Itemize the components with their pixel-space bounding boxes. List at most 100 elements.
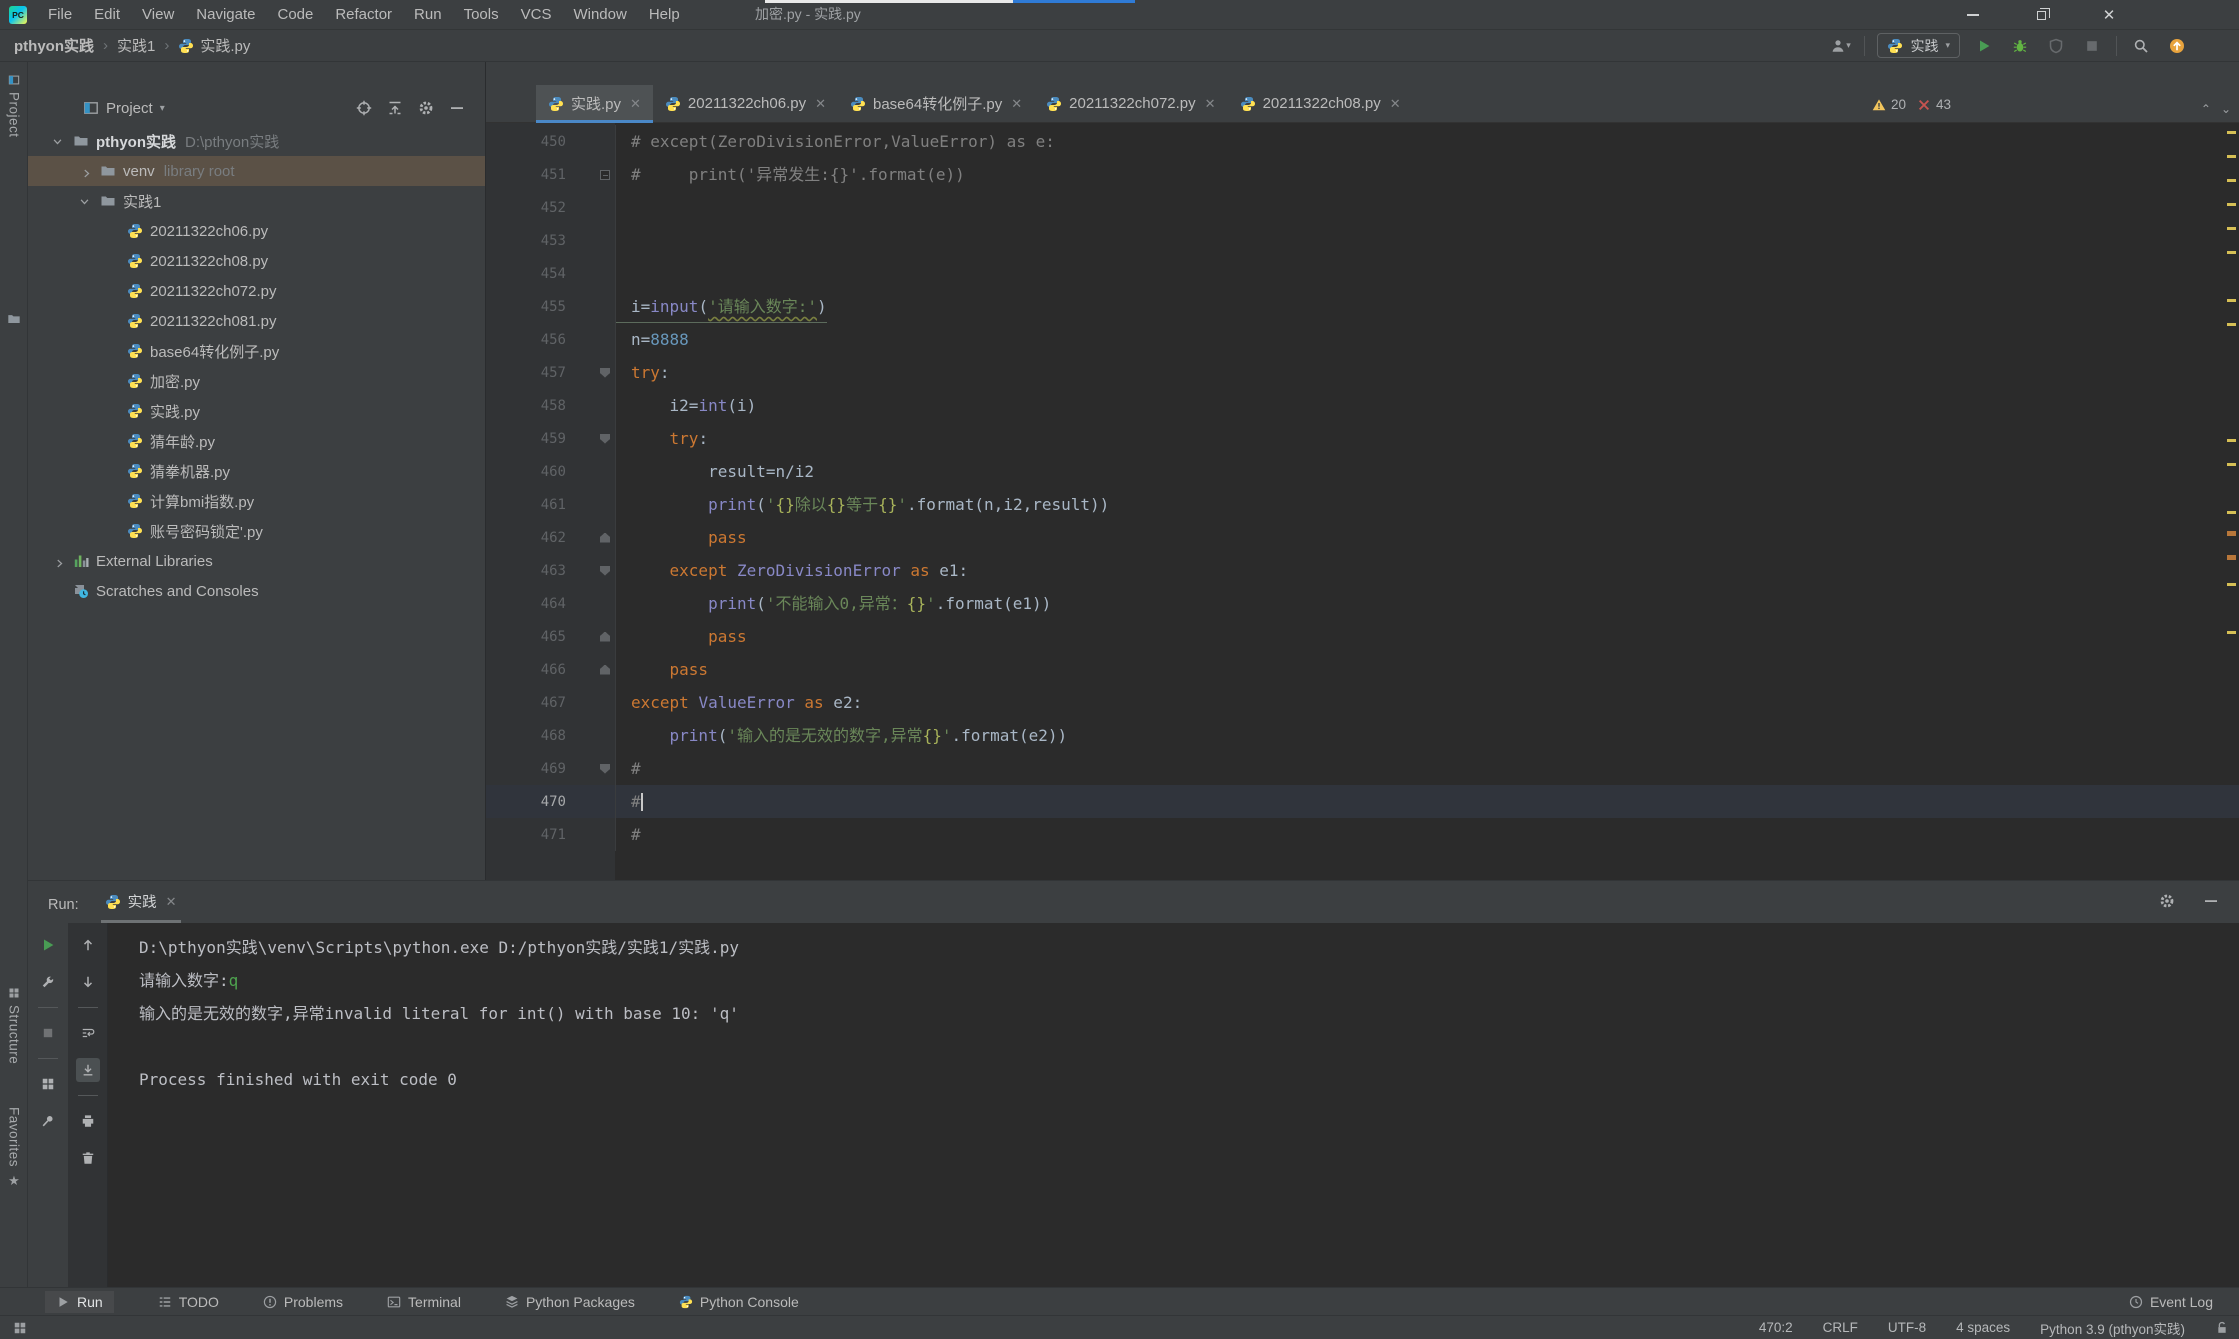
code-line[interactable]: 453 bbox=[486, 224, 2239, 257]
code-line[interactable]: 452 bbox=[486, 191, 2239, 224]
warning-stripe-mark[interactable] bbox=[2227, 299, 2236, 302]
menu-view[interactable]: View bbox=[131, 0, 185, 29]
warning-stripe-mark[interactable] bbox=[2227, 463, 2236, 466]
tree-item[interactable]: Scratches and Consoles bbox=[28, 576, 485, 606]
menu-vcs[interactable]: VCS bbox=[510, 0, 563, 29]
warning-stripe-mark[interactable] bbox=[2227, 203, 2236, 206]
tool-button-todo[interactable]: TODO bbox=[158, 1294, 219, 1310]
update-available-icon[interactable] bbox=[2165, 34, 2189, 58]
tree-item[interactable]: 20211322ch072.py bbox=[28, 276, 485, 306]
tree-item[interactable]: base64转化例子.py bbox=[28, 336, 485, 366]
tool-window-switcher-icon[interactable] bbox=[8, 1316, 32, 1339]
tool-button-terminal[interactable]: Terminal bbox=[387, 1294, 461, 1310]
code-line[interactable]: 465 pass bbox=[486, 620, 2239, 653]
clear-console-button[interactable] bbox=[76, 1146, 100, 1170]
code-line[interactable]: 463 except ZeroDivisionError as e1: bbox=[486, 554, 2239, 587]
run-button[interactable] bbox=[1972, 34, 1996, 58]
print-button[interactable] bbox=[76, 1109, 100, 1133]
tool-button-python-console[interactable]: Python Console bbox=[679, 1294, 799, 1310]
menu-help[interactable]: Help bbox=[638, 0, 691, 29]
stop-button[interactable] bbox=[2080, 34, 2104, 58]
fold-marker-icon[interactable] bbox=[600, 763, 610, 774]
code-line[interactable]: 468 print('输入的是无效的数字,异常{}'.format(e2)) bbox=[486, 719, 2239, 752]
stop-process-button[interactable] bbox=[36, 1021, 60, 1045]
tree-item[interactable]: 计算bmi指数.py bbox=[28, 486, 485, 516]
code-line[interactable]: 458 i2=int(i) bbox=[486, 389, 2239, 422]
fold-marker-icon[interactable] bbox=[600, 565, 610, 576]
menu-run[interactable]: Run bbox=[403, 0, 453, 29]
scroll-to-end-button[interactable] bbox=[75, 1058, 100, 1082]
tool-button-structure[interactable]: Structure bbox=[0, 987, 28, 1064]
code-line[interactable]: 451 # print('异常发生:{}'.format(e)) bbox=[486, 158, 2239, 191]
restore-layout-button[interactable] bbox=[36, 1072, 60, 1096]
tree-item[interactable]: 猜拳机器.py bbox=[28, 456, 485, 486]
inspections-widget[interactable]: 20 43 bbox=[1872, 97, 1951, 112]
tool-button-run[interactable]: Run bbox=[45, 1290, 114, 1313]
menu-file[interactable]: File bbox=[37, 0, 83, 29]
tree-item[interactable]: pthyon实践 D:\pthyon实践 bbox=[28, 126, 485, 156]
tree-item[interactable]: 20211322ch08.py bbox=[28, 246, 485, 276]
tree-item[interactable]: 实践.py bbox=[28, 396, 485, 426]
coverage-button[interactable] bbox=[2044, 34, 2068, 58]
code-with-me-icon[interactable] bbox=[2201, 34, 2225, 58]
menu-window[interactable]: Window bbox=[562, 0, 637, 29]
menu-edit[interactable]: Edit bbox=[83, 0, 131, 29]
close-icon[interactable]: ✕ bbox=[1390, 96, 1401, 112]
editor-tab[interactable]: 实践.py ✕ bbox=[536, 85, 653, 123]
code-line[interactable]: 460 result=n/i2 bbox=[486, 455, 2239, 488]
search-everywhere-icon[interactable] bbox=[2129, 34, 2153, 58]
editor-tab[interactable]: base64转化例子.py ✕ bbox=[838, 85, 1034, 122]
code-line[interactable]: 454 bbox=[486, 257, 2239, 290]
close-icon[interactable]: ✕ bbox=[815, 96, 826, 112]
restore-button[interactable] bbox=[2030, 4, 2052, 26]
menu-tools[interactable]: Tools bbox=[453, 0, 510, 29]
warning-stripe-mark[interactable] bbox=[2227, 439, 2236, 442]
code-line[interactable]: 469 # bbox=[486, 752, 2239, 785]
close-button[interactable]: ✕ bbox=[2098, 4, 2120, 26]
warning-stripe-mark[interactable] bbox=[2227, 631, 2236, 634]
run-console[interactable]: D:\pthyon实践\venv\Scripts\python.exe D:/p… bbox=[108, 923, 2239, 1287]
warning-stripe-mark[interactable] bbox=[2227, 227, 2236, 230]
warning-stripe-mark[interactable] bbox=[2227, 583, 2236, 586]
error-stripe-mark[interactable] bbox=[2227, 531, 2236, 536]
warning-stripe-mark[interactable] bbox=[2227, 323, 2236, 326]
tree-item[interactable]: External Libraries bbox=[28, 546, 485, 576]
code-line[interactable]: 471 # bbox=[486, 818, 2239, 851]
error-stripe-mark[interactable] bbox=[2227, 555, 2236, 560]
run-config-selector[interactable]: 实践 ▾ bbox=[1877, 33, 1960, 58]
soft-wrap-button[interactable] bbox=[76, 1021, 100, 1045]
warning-stripe-mark[interactable] bbox=[2227, 251, 2236, 254]
tool-button-project[interactable]: Project bbox=[0, 74, 28, 138]
warning-stripe-mark[interactable] bbox=[2227, 179, 2236, 182]
code-line[interactable]: 455 i=input('请输入数字:') bbox=[486, 290, 2239, 323]
close-icon[interactable]: ✕ bbox=[1205, 96, 1216, 112]
caret-position[interactable]: 470:2 bbox=[1759, 1320, 1793, 1335]
tool-button-problems[interactable]: Problems bbox=[263, 1294, 343, 1310]
breadcrumb-item[interactable]: pthyon实践 bbox=[14, 35, 94, 56]
run-tab[interactable]: 实践 ✕ bbox=[100, 891, 181, 923]
project-panel-title[interactable]: Project bbox=[106, 100, 153, 117]
fold-marker-icon[interactable] bbox=[600, 169, 610, 180]
fold-marker-icon[interactable] bbox=[600, 664, 610, 675]
run-settings-button[interactable] bbox=[2155, 889, 2179, 913]
rerun-button[interactable] bbox=[36, 933, 60, 957]
menu-navigate[interactable]: Navigate bbox=[185, 0, 266, 29]
chevron-down-icon[interactable]: ▾ bbox=[160, 103, 165, 114]
code-line[interactable]: 450 # except(ZeroDivisionError,ValueError… bbox=[486, 125, 2239, 158]
code-line[interactable]: 462 pass bbox=[486, 521, 2239, 554]
tree-item[interactable]: 20211322ch06.py bbox=[28, 216, 485, 246]
up-stack-trace-button[interactable] bbox=[76, 933, 100, 957]
menu-code[interactable]: Code bbox=[266, 0, 324, 29]
tree-item[interactable]: 加密.py bbox=[28, 366, 485, 396]
warning-stripe-mark[interactable] bbox=[2227, 511, 2236, 514]
chevron-icon[interactable] bbox=[81, 166, 92, 177]
inspection-navigation[interactable]: ⌃ ⌄ bbox=[2201, 102, 2231, 116]
fold-marker-icon[interactable] bbox=[600, 532, 610, 543]
warning-stripe-mark[interactable] bbox=[2227, 131, 2236, 134]
tree-item[interactable]: 20211322ch081.py bbox=[28, 306, 485, 336]
chevron-icon[interactable] bbox=[54, 556, 65, 567]
file-encoding[interactable]: UTF-8 bbox=[1888, 1320, 1926, 1335]
tree-item[interactable]: venv library root bbox=[28, 156, 485, 186]
close-icon[interactable]: ✕ bbox=[1011, 96, 1022, 112]
minimize-button[interactable] bbox=[1962, 4, 1984, 26]
